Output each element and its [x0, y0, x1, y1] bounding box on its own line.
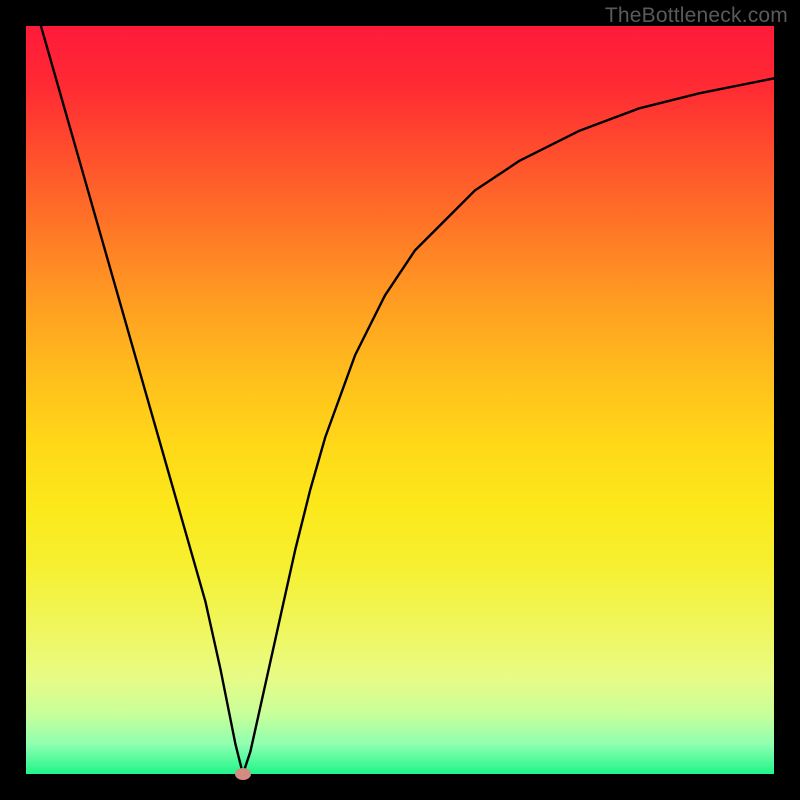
curve-path: [41, 26, 774, 774]
bottleneck-curve: [26, 26, 774, 774]
chart-frame: TheBottleneck.com: [0, 0, 800, 800]
watermark-text: TheBottleneck.com: [605, 4, 788, 28]
optimum-marker: [235, 768, 251, 780]
chart-plot-area: [26, 26, 774, 774]
